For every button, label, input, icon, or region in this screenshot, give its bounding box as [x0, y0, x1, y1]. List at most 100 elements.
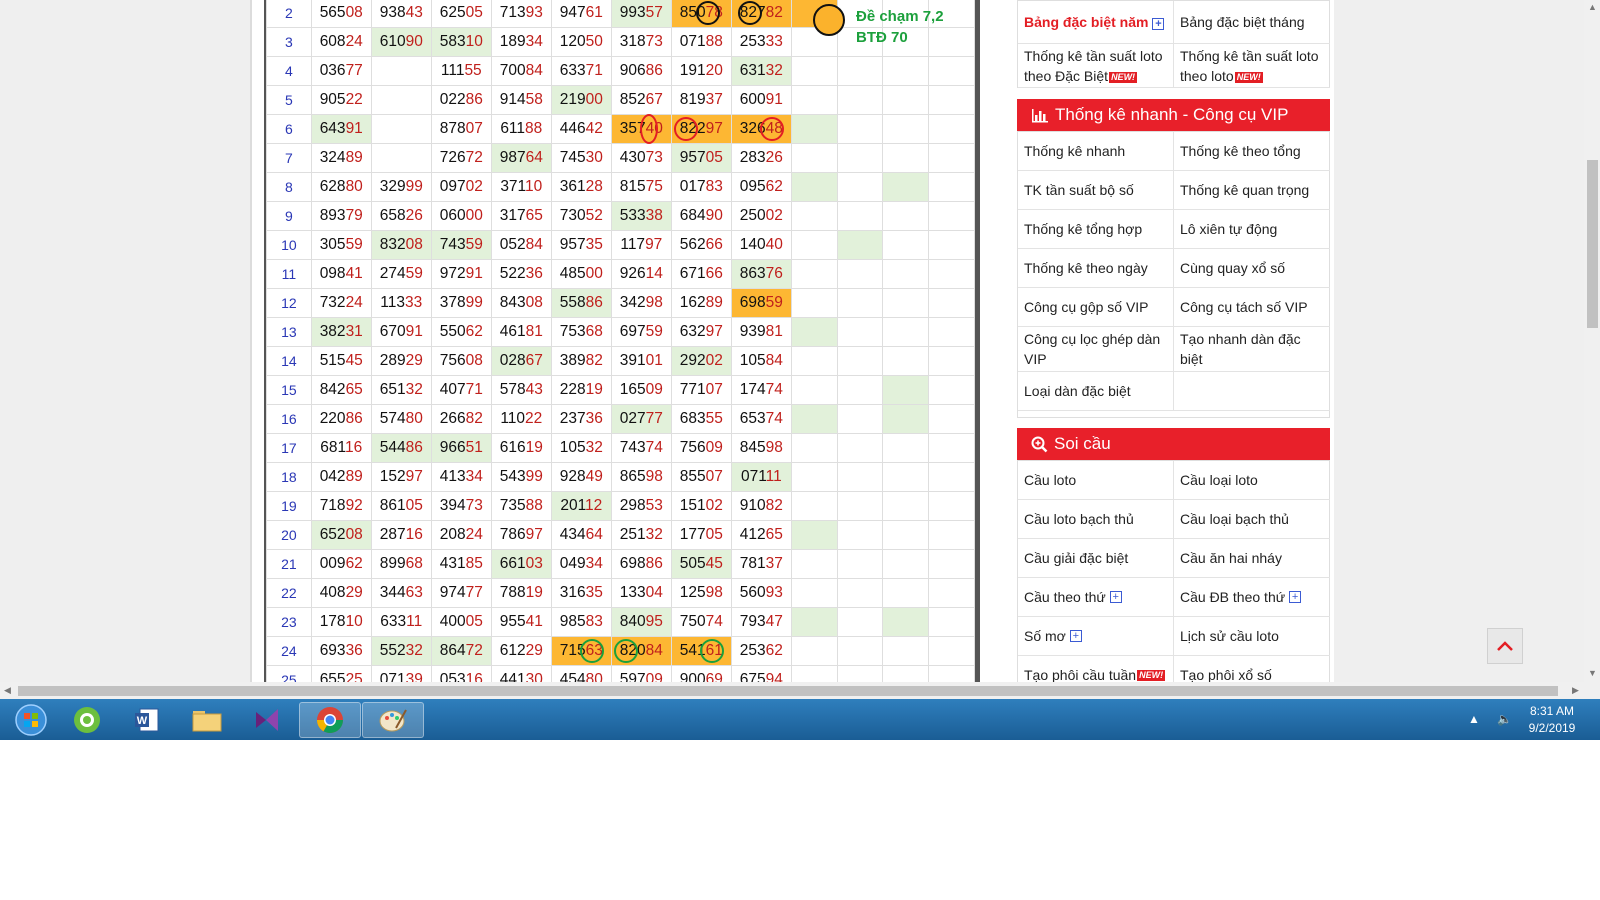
number-prefix: 191	[679, 62, 706, 79]
number-tail: 30	[525, 671, 543, 682]
link-text: Cầu ăn hai nháy	[1180, 550, 1282, 566]
number-prefix: 926	[619, 265, 646, 282]
extra-cell	[882, 201, 930, 231]
soi-cau-link[interactable]: Số mơ +	[1018, 617, 1174, 656]
result-cell: 25132	[610, 520, 672, 550]
extra-cell	[882, 549, 930, 579]
result-cell: 59709	[610, 665, 672, 682]
visual-studio-taskbar-button[interactable]	[236, 702, 298, 738]
number-prefix: 151	[679, 497, 706, 514]
quick-tool-link[interactable]: Loại dàn đặc biệt	[1018, 372, 1174, 411]
visual-studio-icon	[256, 709, 278, 731]
start-button[interactable]	[0, 702, 62, 738]
quick-tool-link[interactable]: Thống kê quan trọng	[1174, 171, 1330, 210]
number-prefix: 832	[379, 236, 406, 253]
quick-tool-link[interactable]: Thống kê nhanh	[1018, 132, 1174, 171]
result-cell: 89379	[310, 201, 372, 231]
quick-tool-link[interactable]: Thống kê theo ngày	[1018, 249, 1174, 288]
number-prefix: 189	[499, 33, 526, 50]
quick-tool-link[interactable]: Tạo nhanh dàn đặc biệt	[1174, 327, 1330, 372]
sidebar-link[interactable]: Bảng đặc biệt năm +	[1018, 1, 1174, 44]
sidebar-link[interactable]: Bảng đặc biệt tháng	[1174, 1, 1330, 44]
plus-box-icon[interactable]: +	[1289, 591, 1302, 603]
sidebar-link[interactable]: Thống kê tần suất loto theo loto NEW!	[1174, 44, 1330, 88]
number-prefix: 864	[439, 642, 466, 659]
extra-cell	[882, 288, 930, 318]
soi-cau-link[interactable]: Cầu loto	[1018, 461, 1174, 500]
result-cell: 74530	[550, 143, 612, 173]
result-cell: 78819	[490, 578, 552, 608]
number-prefix: 850	[679, 4, 706, 21]
soi-cau-link[interactable]: Tạo phôi xổ số	[1174, 656, 1330, 682]
quick-tool-link[interactable]: Công cụ gộp số VIP	[1018, 288, 1174, 327]
result-cell: 20112	[550, 491, 612, 521]
result-cell: 96651	[430, 433, 492, 463]
number-tail: 41	[345, 265, 363, 282]
taskbar-clock[interactable]: 8:31 AM 9/2/2019	[1512, 703, 1592, 737]
sidebar-link[interactable]: Thống kê tần suất loto theo Đặc Biệt NEW!	[1018, 44, 1174, 88]
scroll-to-top-button[interactable]	[1487, 628, 1523, 664]
quick-tool-link[interactable]: TK tần suất bộ số	[1018, 171, 1174, 210]
quick-tool-link[interactable]: Thống kê theo tổng	[1174, 132, 1330, 171]
quick-tool-link[interactable]: Công cụ tách số VIP	[1174, 288, 1330, 327]
plus-box-icon[interactable]: +	[1069, 630, 1082, 642]
soi-cau-link[interactable]: Cầu theo thứ +	[1018, 578, 1174, 617]
coccoc-taskbar-button[interactable]	[56, 702, 118, 738]
plus-box-icon[interactable]: +	[1152, 18, 1165, 30]
quick-tool-link[interactable]: Lô xiên tự động	[1174, 210, 1330, 249]
result-cell: 07111	[730, 462, 792, 492]
number-tail: 32	[645, 526, 663, 543]
soi-cau-link[interactable]: Cầu giải đặc biệt	[1018, 539, 1174, 578]
quick-tool-link[interactable]: Thống kê tổng hợp	[1018, 210, 1174, 249]
extra-cell	[882, 85, 930, 115]
number-prefix: 713	[499, 4, 526, 21]
result-cell: 97291	[430, 259, 492, 289]
number-prefix: 541	[679, 642, 706, 659]
row-number: 15	[266, 375, 312, 405]
result-cell: 07188	[670, 27, 732, 57]
number-prefix: 342	[619, 294, 646, 311]
number-prefix: 413	[439, 468, 466, 485]
extra-cell	[928, 346, 975, 376]
scroll-down-arrow-icon[interactable]: ▼	[1588, 668, 1597, 678]
number-prefix: 750	[679, 613, 706, 630]
number-prefix: 698	[739, 294, 766, 311]
paint-taskbar-button[interactable]	[362, 702, 424, 738]
number-tail: 83	[705, 178, 723, 195]
scroll-left-arrow-icon[interactable]: ◀	[4, 685, 11, 696]
scroll-up-arrow-icon[interactable]: ▲	[1588, 2, 1597, 12]
soi-cau-link[interactable]: Cầu loại bạch thủ	[1174, 500, 1330, 539]
number-prefix: 840	[619, 613, 646, 630]
number-tail: 61	[705, 642, 723, 659]
chrome-taskbar-button[interactable]	[299, 702, 361, 738]
result-cell: 00962	[310, 549, 372, 579]
soi-cau-link[interactable]: Lịch sử cầu loto	[1174, 617, 1330, 656]
soi-cau-link[interactable]: Cầu ăn hai nháy	[1174, 539, 1330, 578]
vertical-scrollbar[interactable]: ▲ ▼	[1584, 0, 1600, 682]
soi-cau-link[interactable]: Cầu ĐB theo thứ +	[1174, 578, 1330, 617]
result-cell: 84308	[490, 288, 552, 318]
speaker-icon[interactable]: 🔈	[1497, 712, 1512, 726]
table-row: 25 65525 07139 05316 44130 45480 59709 90069 675…	[266, 665, 975, 682]
horizontal-scroll-thumb[interactable]	[18, 686, 1558, 696]
scroll-right-arrow-icon[interactable]: ▶	[1572, 685, 1579, 696]
word-taskbar-button[interactable]: W	[116, 702, 178, 738]
quick-tool-link[interactable]: Công cụ lọc ghép dàn VIP	[1018, 327, 1174, 372]
bar-chart-icon	[1032, 109, 1048, 123]
soi-cau-link[interactable]: Tạo phôi cầu tuần NEW!	[1018, 656, 1174, 682]
explorer-taskbar-button[interactable]	[176, 702, 238, 738]
number-tail: 34	[465, 468, 483, 485]
number-prefix: 028	[499, 352, 526, 369]
plus-box-icon[interactable]: +	[1109, 591, 1122, 603]
tray-expand-icon[interactable]: ▲	[1468, 712, 1480, 726]
vertical-scroll-thumb[interactable]	[1587, 160, 1598, 328]
number-tail: 00	[465, 207, 483, 224]
result-cell: 63311	[370, 607, 432, 637]
number-tail: 67	[645, 91, 663, 108]
soi-cau-link[interactable]: Cầu loại loto	[1174, 461, 1330, 500]
quick-tool-link[interactable]: Cùng quay xổ số	[1174, 249, 1330, 288]
table-row: 9 89379 65826 06000 31765 73052 53338 68490 2500…	[266, 201, 975, 231]
annotation-line-1: Đề chạm 7,2	[856, 8, 944, 25]
soi-cau-link[interactable]: Cầu loto bạch thủ	[1018, 500, 1174, 539]
number-tail: 11	[406, 613, 423, 630]
